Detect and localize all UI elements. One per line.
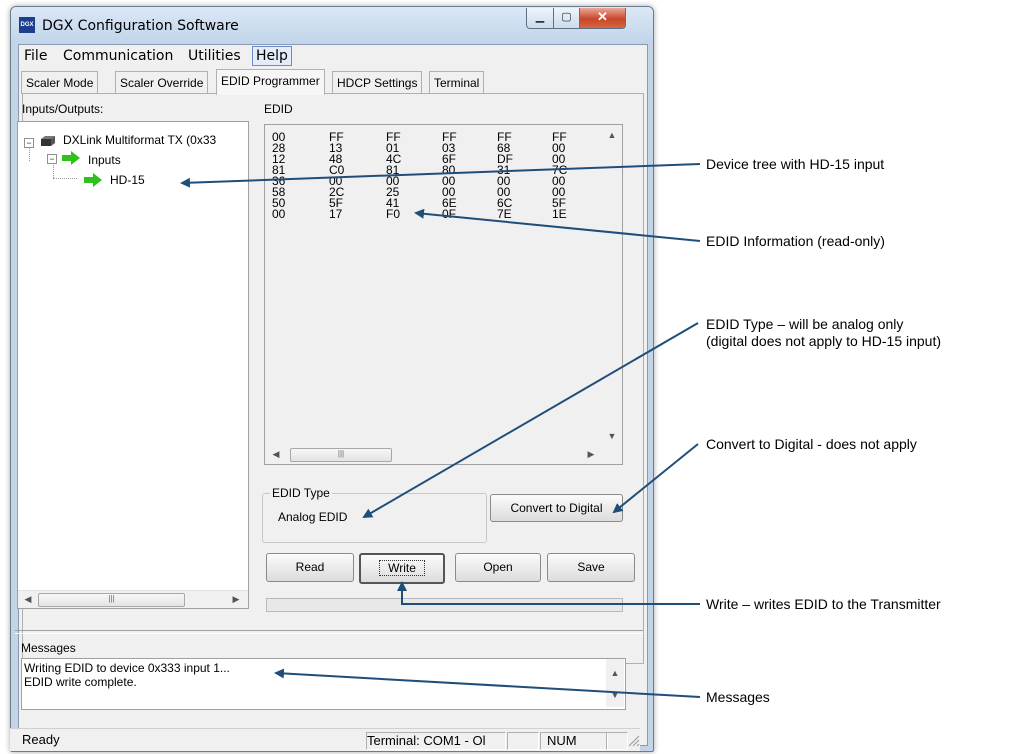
callout-edid-type-line2: (digital does not apply to HD-15 input) xyxy=(706,333,942,349)
callout-messages: Messages xyxy=(706,689,770,705)
arrow-edid-info xyxy=(414,208,701,242)
callout-device-tree: Device tree with HD-15 input xyxy=(706,156,885,172)
arrow-device-tree xyxy=(180,163,701,188)
callout-write: Write – writes EDID to the Transmitter xyxy=(706,596,941,612)
callout-edid-type-line1: EDID Type – will be analog only xyxy=(706,316,904,332)
arrow-convert xyxy=(612,443,699,514)
tab-edid-programmer[interactable]: EDID Programmer xyxy=(216,69,325,95)
arrow-edid-type xyxy=(362,322,699,519)
annotation-arrows xyxy=(180,163,701,698)
callout-convert: Convert to Digital - does not apply xyxy=(706,436,917,452)
arrow-messages xyxy=(274,668,701,698)
arrow-write xyxy=(397,581,700,605)
callout-edid-info: EDID Information (read-only) xyxy=(706,233,885,249)
